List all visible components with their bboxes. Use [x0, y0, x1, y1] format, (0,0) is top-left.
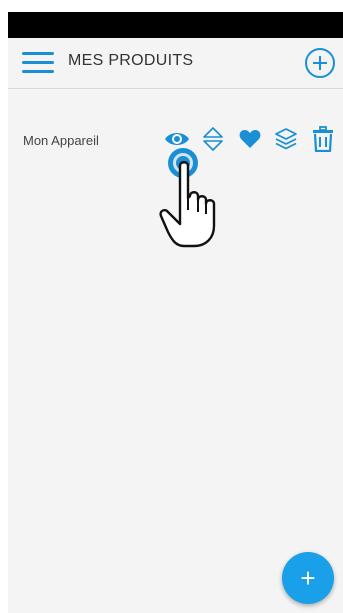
pointing-hand-icon — [159, 161, 216, 248]
heart-icon[interactable] — [238, 126, 262, 152]
page-title: MES PRODUITS — [68, 52, 194, 69]
hamburger-menu-icon[interactable] — [22, 52, 54, 74]
layers-icon[interactable] — [274, 126, 298, 152]
app-screen: MES PRODUITS Mon Appareil + — [8, 38, 343, 613]
floating-add-button[interactable]: + — [282, 552, 334, 604]
add-product-button[interactable] — [305, 48, 335, 78]
status-bar — [0, 0, 343, 38]
app-header: MES PRODUITS — [8, 38, 343, 89]
plus-icon: + — [300, 563, 316, 593]
status-bar-black — [8, 12, 343, 38]
product-name: Mon Appareil — [23, 133, 99, 148]
sort-icon[interactable] — [202, 126, 224, 152]
trash-icon[interactable] — [312, 126, 334, 152]
